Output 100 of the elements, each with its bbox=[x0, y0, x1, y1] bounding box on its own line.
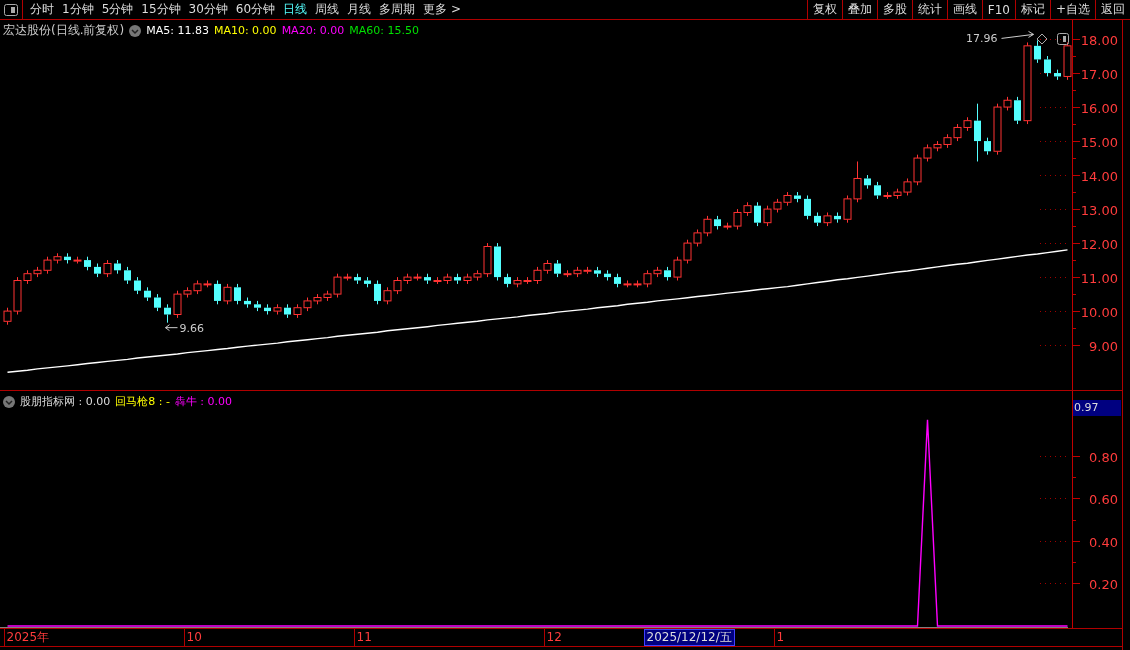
candlestick bbox=[124, 266, 131, 285]
axis-label: 16.00 bbox=[1080, 100, 1118, 116]
candlestick bbox=[573, 266, 582, 278]
candlestick bbox=[354, 273, 361, 285]
indicator-value: MA5: 11.83 bbox=[146, 24, 209, 37]
candlestick bbox=[463, 273, 472, 285]
candlestick bbox=[164, 303, 171, 324]
candlestick bbox=[823, 212, 832, 227]
indicator-value: 股朋指标网 : 0.00 bbox=[20, 394, 111, 409]
value-readout: 0.97 bbox=[1073, 400, 1121, 416]
period-tab[interactable]: 60分钟 bbox=[232, 1, 281, 18]
axis-label: 15.00 bbox=[1080, 134, 1118, 150]
candlestick bbox=[984, 137, 991, 156]
period-tab[interactable]: 周线 bbox=[312, 1, 345, 18]
candlestick bbox=[714, 215, 721, 230]
period-tab[interactable]: 15分钟 bbox=[138, 1, 186, 18]
indicator-value: MA10: 0.00 bbox=[213, 24, 277, 37]
candlestick bbox=[1054, 69, 1061, 81]
candlestick bbox=[214, 280, 221, 305]
axis-label: 9.00 bbox=[1089, 338, 1118, 354]
candlestick bbox=[293, 303, 302, 319]
axis-label: 18.00 bbox=[1080, 32, 1118, 48]
date-label: 11 bbox=[353, 629, 372, 646]
candlestick bbox=[883, 191, 892, 200]
axis-label: 10.00 bbox=[1080, 304, 1118, 320]
candlestick bbox=[1044, 55, 1051, 77]
candlestick bbox=[454, 273, 461, 285]
period-tab[interactable]: 分时 bbox=[27, 1, 59, 18]
candlestick bbox=[693, 229, 702, 247]
diamond-icon[interactable] bbox=[1036, 33, 1048, 45]
candlestick bbox=[374, 280, 381, 305]
period-tab[interactable]: 多周期 bbox=[376, 1, 421, 18]
candlestick bbox=[673, 256, 682, 281]
axis-label: 0.40 bbox=[1089, 534, 1118, 550]
period-tab[interactable]: 日线 bbox=[280, 1, 313, 18]
candlestick bbox=[743, 201, 752, 217]
candlestick bbox=[834, 212, 841, 224]
candlestick bbox=[794, 191, 801, 203]
cursor-date-label: 2025/12/12/五 bbox=[643, 629, 735, 646]
candlestick bbox=[683, 239, 692, 264]
candlestick bbox=[383, 286, 392, 305]
date-label: 2025年 bbox=[3, 629, 50, 646]
collapse-icon[interactable] bbox=[129, 24, 142, 37]
candlestick bbox=[244, 297, 251, 309]
candlestick bbox=[64, 252, 71, 264]
candlestick bbox=[313, 293, 322, 305]
candlestick bbox=[223, 283, 232, 305]
candlestick bbox=[1063, 41, 1072, 81]
candlestick bbox=[814, 212, 821, 227]
axis-label: 13.00 bbox=[1080, 202, 1118, 218]
high-price-label: 17.96 bbox=[966, 32, 998, 46]
stock-title: 宏达股份(日线.前复权) bbox=[3, 22, 125, 39]
date-label: 12 bbox=[543, 629, 562, 646]
candlestick bbox=[144, 286, 151, 302]
candlestick bbox=[103, 259, 112, 278]
candlestick bbox=[134, 276, 141, 295]
candlestick bbox=[424, 273, 431, 285]
candlestick bbox=[284, 303, 291, 319]
candlestick bbox=[494, 242, 501, 281]
candlestick bbox=[433, 276, 442, 285]
collapse-icon[interactable] bbox=[3, 395, 15, 408]
arrow-icon bbox=[165, 324, 178, 332]
indicator-value: MA20: 0.00 bbox=[281, 24, 345, 37]
candlestick bbox=[364, 276, 371, 288]
arrow-icon bbox=[1001, 30, 1034, 39]
candlestick bbox=[84, 256, 91, 271]
candlestick bbox=[563, 269, 572, 278]
axis-label: 14.00 bbox=[1080, 168, 1118, 184]
candlestick bbox=[664, 266, 671, 281]
candlestick bbox=[504, 273, 511, 288]
axis-label: 12.00 bbox=[1080, 236, 1118, 252]
candlestick bbox=[73, 256, 82, 264]
candlestick bbox=[234, 283, 241, 305]
candlestick bbox=[583, 266, 592, 275]
panel-toggle-icon[interactable] bbox=[1057, 33, 1069, 45]
candlestick bbox=[604, 269, 611, 281]
period-tab[interactable]: 30分钟 bbox=[185, 1, 233, 18]
low-price-label: 9.66 bbox=[179, 321, 204, 335]
period-tab[interactable]: 1分钟 bbox=[59, 1, 99, 18]
candlestick bbox=[543, 259, 552, 275]
candlestick bbox=[943, 133, 952, 149]
candlestick bbox=[963, 116, 972, 132]
candlestick bbox=[443, 273, 452, 285]
panel-toggle-icon[interactable] bbox=[4, 3, 18, 16]
candlestick bbox=[783, 191, 792, 207]
candlestick bbox=[754, 201, 761, 227]
candlestick bbox=[874, 181, 881, 200]
candlestick bbox=[974, 103, 981, 162]
axis-label: 0.20 bbox=[1089, 576, 1118, 592]
candlestick bbox=[154, 293, 161, 312]
indicator-value: 回马枪8 : - bbox=[115, 394, 170, 409]
period-tab[interactable]: 5分钟 bbox=[98, 1, 139, 18]
axis-label: 11.00 bbox=[1080, 270, 1118, 286]
axis-label: 17.00 bbox=[1080, 66, 1118, 82]
period-tab[interactable]: 月线 bbox=[344, 1, 377, 18]
period-tab[interactable]: 更多 > bbox=[420, 1, 466, 18]
candlestick bbox=[264, 303, 271, 315]
candlestick bbox=[804, 195, 811, 220]
date-label: 1 bbox=[773, 629, 785, 646]
candlestick bbox=[554, 259, 561, 278]
